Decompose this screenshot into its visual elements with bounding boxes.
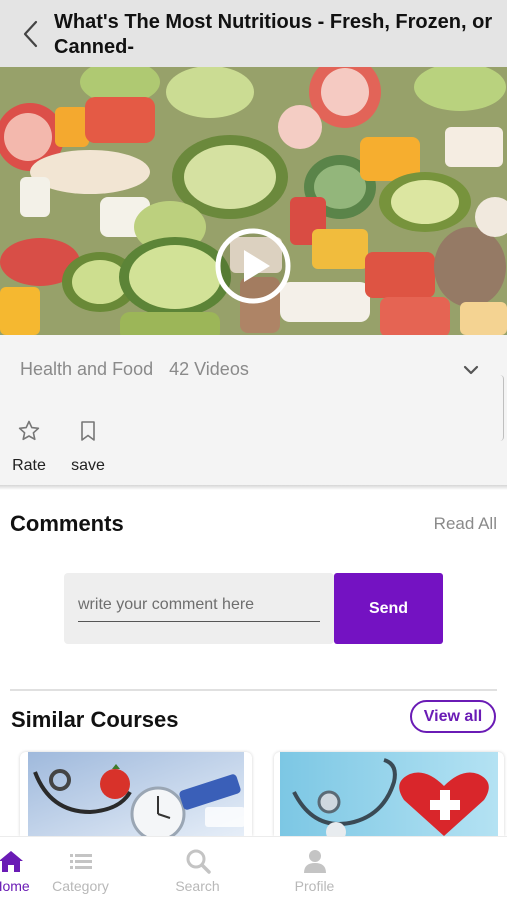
page-title: What's The Most Nutritious - Fresh, Froz… bbox=[54, 11, 493, 58]
stethoscope-tomato-clock-image bbox=[28, 752, 245, 836]
nav-search[interactable]: Search bbox=[139, 837, 256, 900]
save-button[interactable]: save bbox=[68, 419, 108, 475]
read-all-link[interactable]: Read All bbox=[434, 514, 497, 534]
nav-category[interactable]: Category bbox=[22, 837, 139, 900]
scroll-indicator bbox=[500, 375, 504, 441]
list-icon bbox=[69, 854, 92, 869]
play-circle-icon[interactable] bbox=[213, 226, 293, 306]
comment-box bbox=[64, 573, 334, 644]
rate-button[interactable]: Rate bbox=[10, 419, 48, 475]
profile-icon bbox=[303, 850, 326, 873]
save-label: save bbox=[71, 457, 105, 474]
view-all-button[interactable]: View all bbox=[410, 700, 496, 733]
rate-label: Rate bbox=[12, 457, 46, 474]
nav-profile[interactable]: Profile bbox=[256, 837, 373, 900]
bottom-navigation: Home Category Search Profile bbox=[0, 836, 507, 900]
section-divider bbox=[10, 689, 497, 691]
course-card[interactable] bbox=[274, 752, 504, 836]
star-outline-icon bbox=[18, 420, 40, 441]
nav-profile-label: Profile bbox=[294, 878, 335, 894]
search-icon bbox=[186, 849, 211, 874]
course-card[interactable] bbox=[20, 752, 252, 836]
course-info-panel: Health and Food 42 Videos Rate save bbox=[0, 335, 507, 485]
stethoscope-heart-image bbox=[280, 752, 498, 836]
bookmark-outline-icon bbox=[81, 421, 95, 441]
comments-heading: Comments bbox=[10, 511, 124, 536]
back-arrow-icon[interactable] bbox=[16, 18, 44, 50]
panel-shadow bbox=[0, 485, 507, 490]
video-count: 42 Videos bbox=[169, 359, 249, 379]
similar-courses-heading: Similar Courses bbox=[11, 707, 179, 732]
nav-category-label: Category bbox=[52, 878, 109, 894]
app-header: What's The Most Nutritious - Fresh, Froz… bbox=[0, 0, 507, 67]
nav-search-label: Search bbox=[175, 878, 220, 894]
comment-input[interactable] bbox=[78, 589, 320, 622]
send-button[interactable]: Send bbox=[334, 573, 443, 644]
chevron-down-icon[interactable] bbox=[460, 359, 482, 381]
course-meta: Health and Food 42 Videos bbox=[20, 359, 249, 380]
video-player[interactable] bbox=[0, 67, 507, 335]
nav-home[interactable]: Home bbox=[0, 837, 30, 900]
category-label: Health and Food bbox=[20, 359, 154, 379]
